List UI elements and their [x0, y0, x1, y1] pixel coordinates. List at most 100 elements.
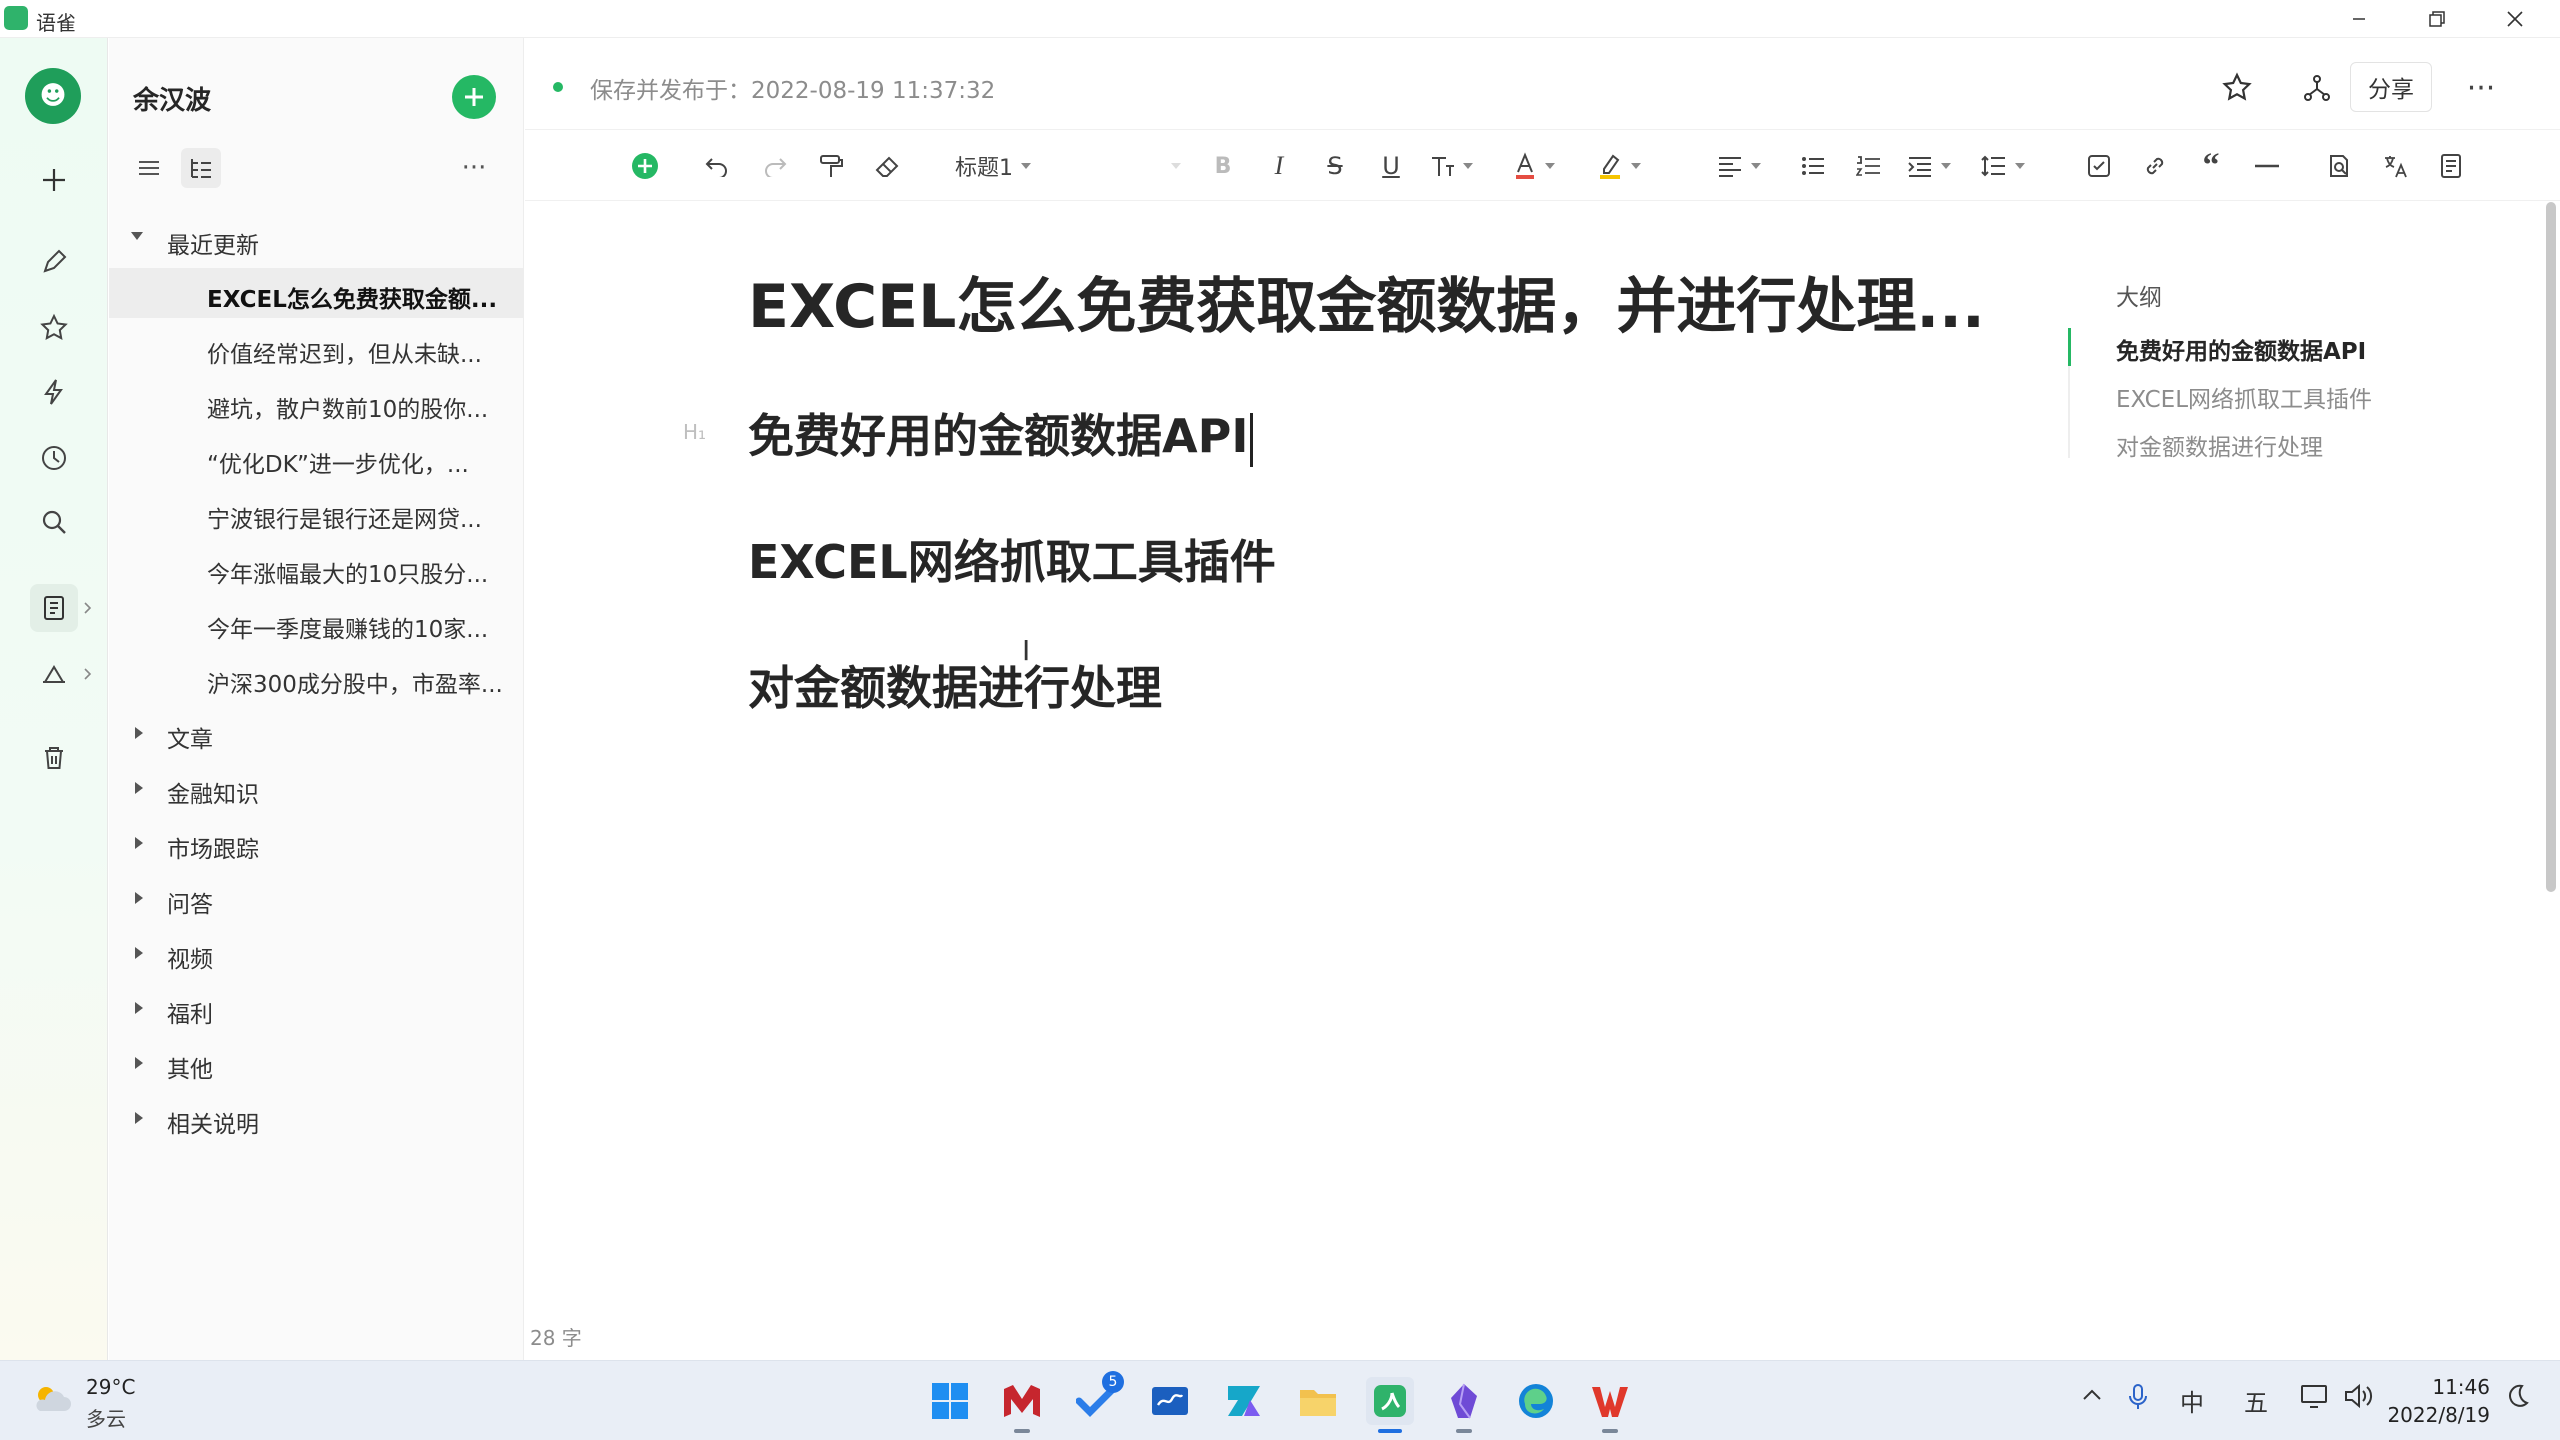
doc-title[interactable]: EXCEL怎么免费获取金额数据，并进行处理...: [748, 258, 1985, 345]
tree-item[interactable]: 今年一季度最赚钱的10家...: [109, 598, 524, 648]
star-icon[interactable]: [2217, 68, 2257, 108]
doc-settings-icon[interactable]: [2433, 148, 2469, 184]
tree-group-recent[interactable]: 最近更新: [109, 214, 524, 264]
undo-icon[interactable]: [699, 148, 735, 184]
clock-time[interactable]: 11:46: [2400, 1375, 2490, 1399]
focus-moon-icon[interactable]: [2504, 1383, 2530, 1409]
divider-icon[interactable]: [2249, 148, 2285, 184]
numbered-list-icon[interactable]: [1851, 148, 1887, 184]
highlight-menu[interactable]: [1597, 148, 1641, 184]
heading-1[interactable]: EXCEL网络抓取工具插件: [748, 526, 1276, 592]
star-icon[interactable]: [30, 304, 78, 352]
knowledge-base-icon[interactable]: [30, 584, 78, 632]
tree-group[interactable]: 问答: [109, 873, 524, 923]
indent-menu[interactable]: [1907, 148, 1951, 184]
editor-scrollbar[interactable]: [2546, 202, 2556, 892]
edge-browser-icon[interactable]: [1512, 1377, 1560, 1425]
team-icon[interactable]: [30, 650, 78, 698]
minimize-button[interactable]: [2320, 0, 2398, 38]
tree-group[interactable]: 视频: [109, 928, 524, 978]
font-size-select[interactable]: [1157, 148, 1187, 184]
tree-item[interactable]: “优化DK”进一步优化，...: [109, 433, 524, 483]
align-menu[interactable]: [1717, 148, 1761, 184]
tree-group[interactable]: 市场跟踪: [109, 818, 524, 868]
chevron-down-icon: [1171, 163, 1181, 169]
tree-item[interactable]: 价值经常迟到，但从未缺...: [109, 323, 524, 373]
collapse-arrow-icon: [135, 892, 143, 904]
word-count: 28 字: [530, 1326, 582, 1350]
add-doc-button[interactable]: [452, 75, 496, 119]
share-button[interactable]: 分享: [2350, 62, 2432, 112]
trash-icon[interactable]: [30, 734, 78, 782]
close-button[interactable]: [2476, 0, 2554, 38]
lightning-icon[interactable]: [30, 368, 78, 416]
tree-group[interactable]: 相关说明: [109, 1093, 524, 1143]
tree-item[interactable]: 沪深300成分股中，市盈率...: [109, 653, 524, 703]
network-icon[interactable]: [2300, 1383, 2330, 1409]
ime-language[interactable]: 中: [2180, 1383, 2204, 1418]
show-hidden-icons[interactable]: [2080, 1383, 2104, 1407]
outline-item[interactable]: EXCEL网络抓取工具插件: [2116, 380, 2372, 414]
file-explorer-icon[interactable]: [1294, 1377, 1342, 1425]
chevron-down-icon: [1631, 163, 1641, 169]
underline-icon[interactable]: U: [1373, 148, 1409, 184]
clear-format-icon[interactable]: [869, 148, 905, 184]
collaborate-icon[interactable]: [2297, 68, 2337, 108]
link-icon[interactable]: [2137, 148, 2173, 184]
tree-item[interactable]: 避坑，散户数前10的股你...: [109, 378, 524, 428]
microphone-icon[interactable]: [2128, 1383, 2148, 1411]
heading-1[interactable]: 对金额数据进行处理: [748, 652, 1162, 718]
tree-group[interactable]: 金融知识: [109, 763, 524, 813]
app-z-icon[interactable]: [1220, 1377, 1268, 1425]
clock-date[interactable]: 2022/8/19: [2380, 1403, 2490, 1427]
tree-group[interactable]: 福利: [109, 983, 524, 1033]
windows-start-icon[interactable]: [926, 1377, 974, 1425]
doc-tree-sidebar: 余汉波 ··· 最近更新 EXCEL怎么免费获取金额... 价值经常迟到，但从未…: [109, 38, 524, 1360]
strikethrough-icon[interactable]: S: [1317, 148, 1353, 184]
tree-item[interactable]: 今年涨幅最大的10只股分...: [109, 543, 524, 593]
quote-icon[interactable]: “: [2193, 147, 2229, 184]
history-icon[interactable]: [30, 434, 78, 482]
insert-block-icon[interactable]: [627, 148, 663, 184]
ime-mode[interactable]: 五: [2244, 1383, 2268, 1418]
tree-item[interactable]: EXCEL怎么免费获取金额...: [109, 268, 524, 318]
edit-pen-icon[interactable]: [30, 238, 78, 286]
italic-icon[interactable]: I: [1261, 148, 1297, 184]
redo-icon[interactable]: [757, 148, 793, 184]
line-spacing-menu[interactable]: [1981, 148, 2025, 184]
heading-select[interactable]: 标题1: [955, 148, 1031, 184]
weather-cloud-icon[interactable]: [28, 1375, 76, 1423]
bullet-list-icon[interactable]: [1795, 148, 1831, 184]
whiteboard-icon[interactable]: [1146, 1377, 1194, 1425]
heading-1[interactable]: 免费好用的金额数据API: [748, 400, 1254, 467]
more-menu-icon[interactable]: ···: [2461, 68, 2501, 108]
tree-group[interactable]: 文章: [109, 708, 524, 758]
heading-select-label: 标题1: [955, 156, 1013, 181]
avatar[interactable]: ☻: [25, 68, 81, 124]
volume-icon[interactable]: [2344, 1383, 2374, 1409]
more-options-icon[interactable]: ···: [454, 148, 494, 188]
outline-item[interactable]: 免费好用的金额数据API: [2116, 332, 2366, 366]
translate-icon[interactable]: [2377, 148, 2413, 184]
bold-icon[interactable]: B: [1205, 148, 1241, 184]
text-style-menu[interactable]: [1429, 148, 1473, 184]
wps-office-icon[interactable]: [1586, 1377, 1634, 1433]
format-painter-icon[interactable]: [813, 148, 849, 184]
font-color-menu[interactable]: [1513, 148, 1555, 184]
outline-item[interactable]: 对金额数据进行处理: [2116, 428, 2323, 462]
task-list-icon[interactable]: [2081, 148, 2117, 184]
app-m-icon[interactable]: [998, 1377, 1046, 1433]
restore-button[interactable]: [2398, 0, 2476, 38]
editor-toolbar: 标题1 B I S U “: [525, 131, 2560, 201]
search-icon[interactable]: [30, 498, 78, 546]
chevron-down-icon: [1941, 163, 1951, 169]
tree-view-icon[interactable]: [181, 148, 221, 188]
yuque-app-icon[interactable]: [1366, 1377, 1414, 1433]
new-doc-button[interactable]: [30, 156, 78, 204]
tree-group[interactable]: 其他: [109, 1038, 524, 1088]
list-view-icon[interactable]: [129, 148, 169, 188]
todo-app-icon[interactable]: 5: [1072, 1371, 1124, 1425]
find-replace-icon[interactable]: [2321, 148, 2357, 184]
obsidian-icon[interactable]: [1440, 1377, 1488, 1433]
tree-item[interactable]: 宁波银行是银行还是网贷...: [109, 488, 524, 538]
